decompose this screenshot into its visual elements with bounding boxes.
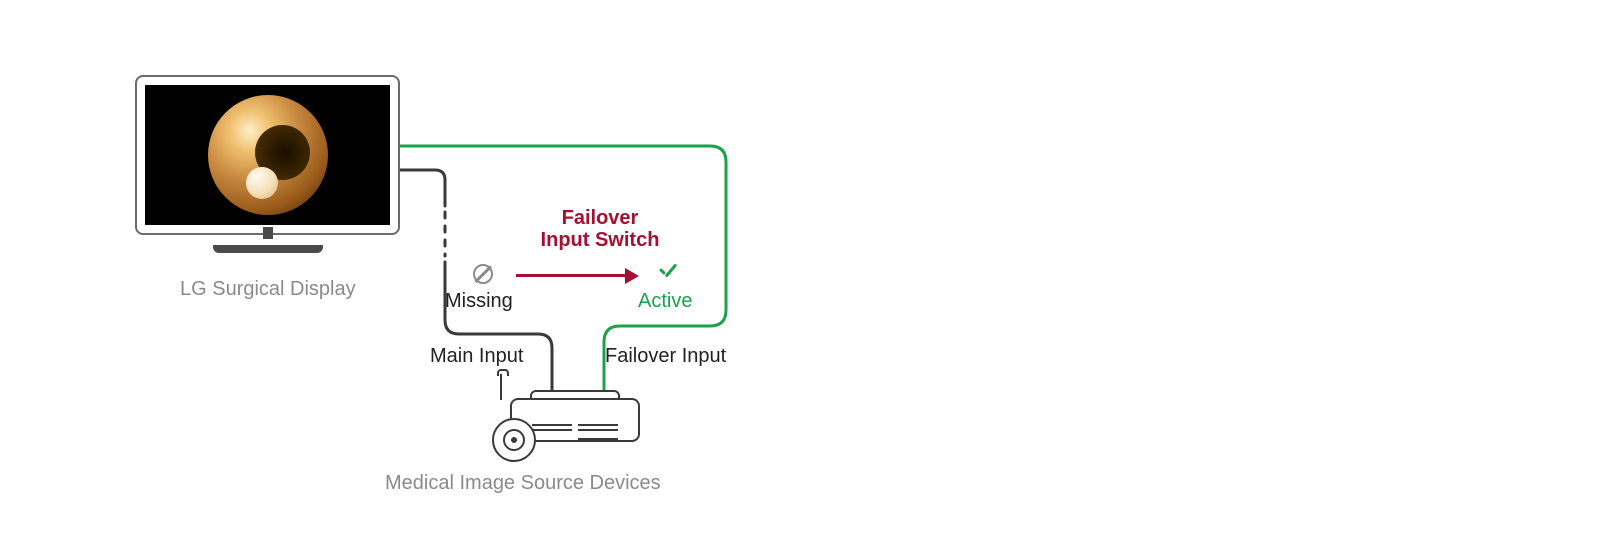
active-label: Active	[638, 290, 692, 313]
monitor-stand	[258, 227, 278, 253]
device-antenna-icon	[500, 374, 502, 400]
check-icon	[657, 262, 679, 284]
failover-title-line2: Input Switch	[541, 229, 660, 251]
endoscope-image	[208, 95, 328, 215]
failover-switch-title: Failover Input Switch	[520, 208, 680, 251]
device-disc-icon	[492, 418, 536, 462]
display-caption: LG Surgical Display	[180, 278, 356, 301]
switch-arrow	[516, 274, 628, 277]
switch-arrow-head	[625, 268, 639, 284]
diagram-stage: LG Surgical Display Failover Input Switc…	[0, 0, 1600, 540]
source-device	[500, 390, 650, 460]
monitor-screen	[145, 85, 390, 225]
endoscope-polyp	[246, 167, 278, 199]
failover-title-line1: Failover	[562, 207, 639, 229]
prohibit-icon	[473, 264, 493, 284]
main-input-label: Main Input	[430, 345, 523, 368]
surgical-display	[135, 75, 400, 235]
devices-caption: Medical Image Source Devices	[385, 472, 661, 495]
failover-input-label: Failover Input	[605, 345, 726, 368]
monitor-bezel	[135, 75, 400, 235]
missing-label: Missing	[445, 290, 513, 313]
